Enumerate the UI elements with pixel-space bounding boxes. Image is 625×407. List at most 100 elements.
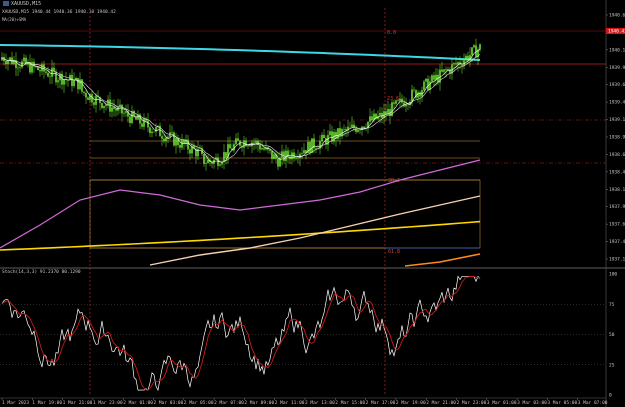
candle-body	[133, 110, 135, 117]
time-axis-label: 2 Mar 21:00	[426, 400, 456, 406]
candle-body	[5, 61, 7, 65]
candle-body	[219, 164, 221, 166]
candle-body	[253, 142, 255, 144]
time-axis-label: 2 Mar 13:00	[305, 400, 335, 406]
candle-body	[45, 71, 47, 73]
time-axis-label: 3 Mar 07:00	[578, 400, 608, 406]
candle-body	[87, 97, 89, 100]
candle-body	[259, 145, 261, 150]
candle-body	[111, 107, 113, 112]
candle-body	[95, 95, 97, 105]
price-chart[interactable]: 1940.651940.401940.151939.901939.651939.…	[0, 0, 625, 407]
candle-body	[115, 108, 117, 111]
moving-average-yellow	[0, 220, 481, 251]
candle-body	[153, 131, 155, 133]
candle-body	[277, 158, 279, 167]
moving-average-white-fast	[1, 49, 481, 163]
candle-body	[467, 55, 469, 61]
candle-body	[343, 129, 345, 130]
candle-body	[413, 89, 415, 91]
candle-body	[479, 44, 481, 50]
candle-body	[9, 57, 11, 61]
candle-body	[263, 148, 265, 150]
candle-body	[397, 100, 399, 102]
candle-body	[301, 153, 303, 154]
time-axis-label: 2 Mar 05:00	[184, 400, 214, 406]
candle-body	[93, 102, 95, 105]
candle-body	[217, 157, 219, 166]
candle-body	[455, 63, 457, 65]
price-axis-label: 1937.15	[609, 257, 625, 263]
candle-body	[149, 127, 151, 134]
candle-body	[271, 150, 273, 160]
time-axis-label: 2 Mar 19:00	[396, 400, 426, 406]
candle-body	[363, 126, 365, 129]
candle-body	[399, 98, 401, 101]
price-axis-label: 1938.15	[609, 187, 625, 193]
candle-body	[295, 157, 297, 159]
moving-average-beige	[149, 195, 481, 266]
oscillator-axis-label: 75	[609, 302, 615, 308]
candle-body	[423, 81, 425, 91]
price-axis-label: 1939.15	[609, 117, 625, 123]
candle-body	[101, 103, 103, 108]
candle-body	[371, 116, 373, 121]
candle-body	[181, 139, 183, 148]
candle-body	[225, 152, 227, 158]
candle-body	[121, 104, 123, 114]
candle-body	[189, 149, 191, 154]
candle-body	[251, 142, 253, 147]
candle-body	[179, 145, 181, 148]
moving-average-magenta	[0, 159, 481, 249]
candle-body	[229, 144, 231, 149]
candle-body	[123, 112, 125, 114]
candle-body	[77, 78, 79, 90]
candle-body	[141, 123, 143, 127]
candle-body	[465, 55, 467, 61]
time-axis-label: 3 Mar 01:00	[487, 400, 517, 406]
price-axis-label: 1937.65	[609, 222, 625, 228]
candle-body	[353, 124, 355, 129]
candle-body	[323, 134, 325, 139]
candle-body	[235, 138, 237, 145]
candle-body	[165, 137, 167, 142]
candle-body	[329, 131, 331, 136]
price-axis-label: 1939.90	[609, 65, 625, 71]
oscillator-axis-label: 25	[609, 362, 615, 368]
candle-body	[171, 132, 173, 133]
candle-body	[119, 104, 121, 107]
candle-body	[85, 92, 87, 98]
candle-body	[247, 145, 249, 147]
candle-body	[39, 70, 41, 72]
oscillator-axis-label: 0	[609, 393, 612, 399]
candle-body	[51, 67, 53, 77]
candle-body	[91, 94, 93, 103]
candle-body	[453, 63, 455, 65]
candle-body	[237, 138, 239, 141]
candle-body	[131, 110, 133, 124]
candle-body	[457, 62, 459, 65]
candle-body	[269, 149, 271, 151]
time-axis-label: 1 Mar 21:00	[63, 400, 93, 406]
candle-body	[351, 124, 353, 127]
candle-body	[103, 105, 105, 108]
candle-body	[129, 116, 131, 124]
candle-body	[261, 148, 263, 150]
candle-body	[161, 136, 163, 139]
price-axis-label: 1938.90	[609, 135, 625, 141]
candle-body	[31, 61, 33, 73]
chart-window[interactable]: XAUUSD,M15 XAUUSD,M15 1940.44 1940.36 19…	[0, 0, 625, 407]
time-axis-label: 2 Mar 09:00	[244, 400, 274, 406]
candle-body	[255, 140, 257, 143]
candle-body	[321, 134, 323, 142]
time-axis-label: 3 Mar 05:00	[547, 400, 577, 406]
oscillator-axis-label: 50	[609, 332, 615, 338]
candle-body	[245, 140, 247, 147]
time-axis-label: 3 Mar 03:00	[517, 400, 547, 406]
candle-body	[393, 102, 395, 104]
candle-body	[473, 45, 475, 48]
price-axis-label: 1937.40	[609, 239, 625, 245]
candle-body	[407, 104, 409, 106]
fib-label: 61.8	[388, 249, 400, 255]
candle-body	[167, 136, 169, 138]
